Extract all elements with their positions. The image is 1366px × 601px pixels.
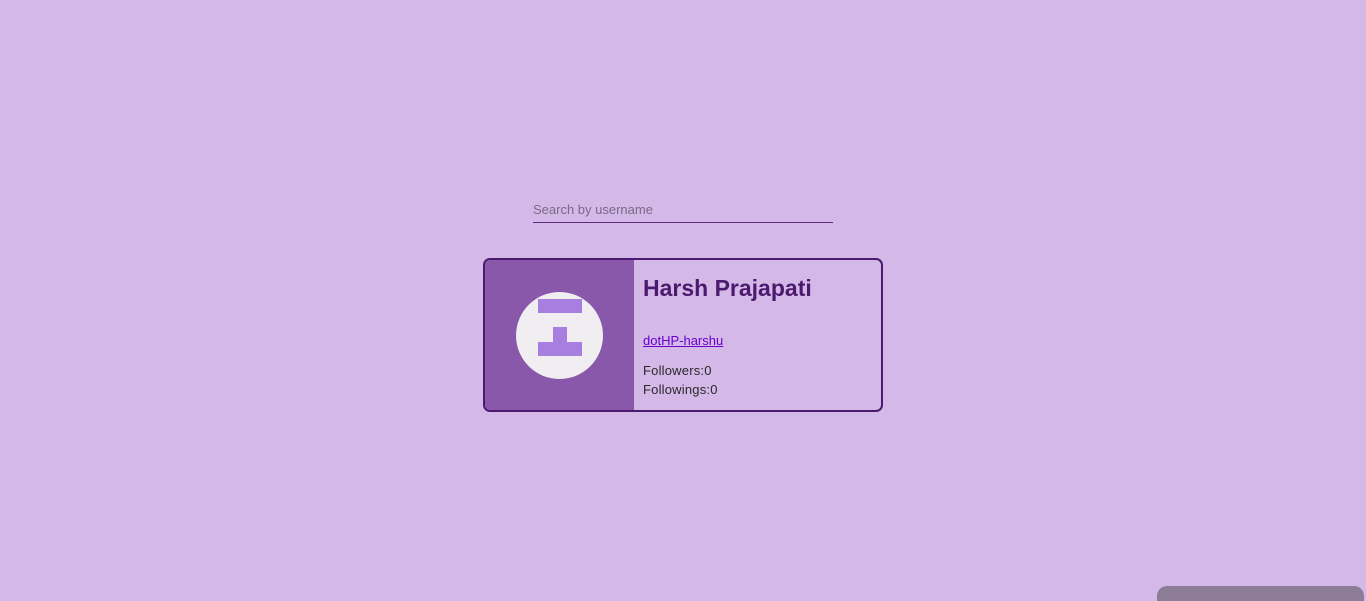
followers-stat: Followers:0 — [643, 363, 712, 378]
followings-label: Followings: — [643, 382, 711, 397]
user-card: Harsh Prajapati dotHP-harshu Followers:0… — [483, 258, 883, 412]
username-link[interactable]: dotHP-harshu — [643, 333, 723, 348]
profile-name: Harsh Prajapati — [643, 275, 812, 301]
followings-count: 0 — [710, 382, 718, 397]
avatar-panel — [485, 260, 634, 410]
followers-label: Followers: — [643, 363, 705, 378]
avatar — [516, 292, 603, 379]
followers-count: 0 — [704, 363, 712, 378]
profile-info: Harsh Prajapati dotHP-harshu Followers:0… — [634, 260, 881, 410]
identicon-icon — [538, 299, 582, 356]
page: Harsh Prajapati dotHP-harshu Followers:0… — [0, 0, 1366, 601]
followings-stat: Followings:0 — [643, 382, 718, 397]
search-bar — [533, 197, 833, 224]
search-input[interactable] — [533, 197, 833, 223]
corner-tab — [1157, 586, 1364, 601]
